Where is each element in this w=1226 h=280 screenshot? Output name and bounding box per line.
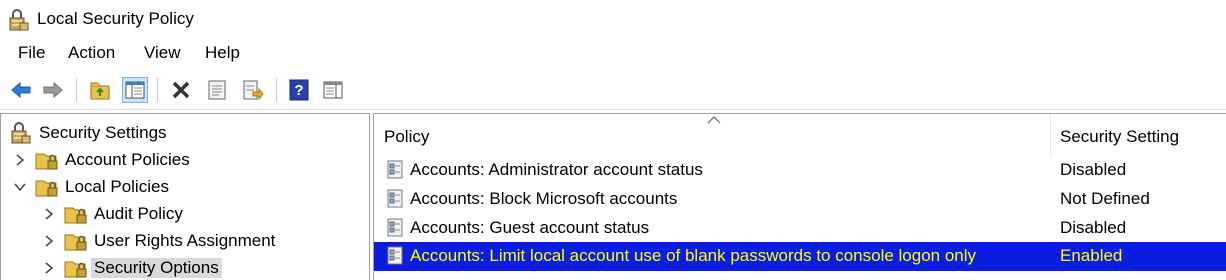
column-header-policy[interactable]: Policy: [384, 127, 429, 147]
help-icon[interactable]: ?: [286, 77, 312, 103]
tree-item-label: Security Options: [91, 258, 222, 278]
policy-item-icon: [387, 246, 403, 265]
menu-view[interactable]: View: [142, 43, 183, 63]
chevron-right-icon[interactable]: [42, 234, 56, 248]
policy-list: Policy Security Setting Accounts: Admini…: [373, 113, 1226, 280]
tree-item-label: Local Policies: [65, 177, 169, 196]
properties-icon[interactable]: [204, 77, 230, 103]
chevron-right-icon[interactable]: [42, 207, 56, 221]
chevron-down-icon[interactable]: [13, 180, 27, 194]
menu-action[interactable]: Action: [66, 43, 117, 63]
folder-lock-icon: [35, 180, 58, 197]
forward-arrow-icon[interactable]: [40, 77, 66, 103]
policy-name: Accounts: Guest account status: [410, 218, 650, 237]
chevron-right-icon[interactable]: [13, 153, 27, 167]
policy-item-icon: [387, 189, 403, 208]
sort-ascending-icon: [707, 116, 721, 124]
folder-lock-icon: [35, 153, 58, 170]
export-list-icon[interactable]: [240, 77, 266, 103]
policy-name: Accounts: Block Microsoft accounts: [410, 189, 678, 208]
policy-setting: Disabled: [1060, 218, 1127, 237]
table-row[interactable]: Accounts: Block Microsoft accounts Not D…: [374, 185, 1226, 214]
toolbar: ?: [0, 70, 1226, 110]
folder-lock-icon: [64, 261, 87, 278]
security-settings-icon: [11, 122, 31, 144]
svg-text:?: ?: [294, 82, 303, 99]
tree-item-security-options[interactable]: Security Options: [42, 255, 222, 280]
up-folder-icon[interactable]: [87, 77, 113, 103]
tree-item-user-rights-assignment[interactable]: User Rights Assignment: [42, 228, 275, 254]
show-hide-action-pane-icon[interactable]: [320, 77, 346, 103]
policy-name: Accounts: Limit local account use of bla…: [410, 246, 977, 265]
policy-item-icon: [387, 218, 403, 237]
menu-file[interactable]: File: [16, 43, 47, 63]
tree-item-label: Security Settings: [39, 123, 167, 142]
policy-setting: Enabled: [1060, 246, 1123, 265]
table-row[interactable]: Accounts: Administrator account status D…: [374, 156, 1226, 185]
policy-setting: Disabled: [1060, 160, 1127, 179]
tree-item-label: User Rights Assignment: [94, 231, 276, 250]
tree-item-account-policies[interactable]: Account Policies: [13, 147, 190, 173]
policy-item-icon: [387, 160, 403, 179]
security-policy-icon: [9, 9, 29, 31]
tree-item-security-settings[interactable]: Security Settings: [9, 120, 167, 146]
folder-lock-icon: [64, 234, 87, 251]
show-hide-tree-icon[interactable]: [122, 77, 148, 103]
console-tree: Security Settings Account Policies Local…: [0, 113, 370, 280]
tree-item-audit-policy[interactable]: Audit Policy: [42, 201, 183, 227]
folder-lock-icon: [64, 207, 87, 224]
policy-name: Accounts: Administrator account status: [410, 160, 703, 179]
policy-setting: Not Defined: [1060, 189, 1150, 208]
tree-item-local-policies[interactable]: Local Policies: [13, 174, 169, 200]
table-row[interactable]: Accounts: Guest account status Disabled: [374, 214, 1226, 243]
column-header-security-setting[interactable]: Security Setting: [1060, 127, 1179, 147]
tree-item-label: Audit Policy: [94, 204, 183, 223]
list-header: Policy Security Setting: [374, 114, 1226, 158]
title-bar: Local Security Policy: [0, 0, 1226, 38]
tree-item-label: Account Policies: [65, 150, 190, 169]
back-arrow-icon[interactable]: [8, 77, 34, 103]
menu-bar: File Action View Help: [0, 38, 1226, 70]
menu-help[interactable]: Help: [203, 43, 242, 63]
delete-icon[interactable]: [168, 77, 194, 103]
table-row-selected[interactable]: Accounts: Limit local account use of bla…: [374, 242, 1226, 271]
chevron-right-icon[interactable]: [42, 261, 56, 275]
window-title: Local Security Policy: [37, 9, 194, 28]
